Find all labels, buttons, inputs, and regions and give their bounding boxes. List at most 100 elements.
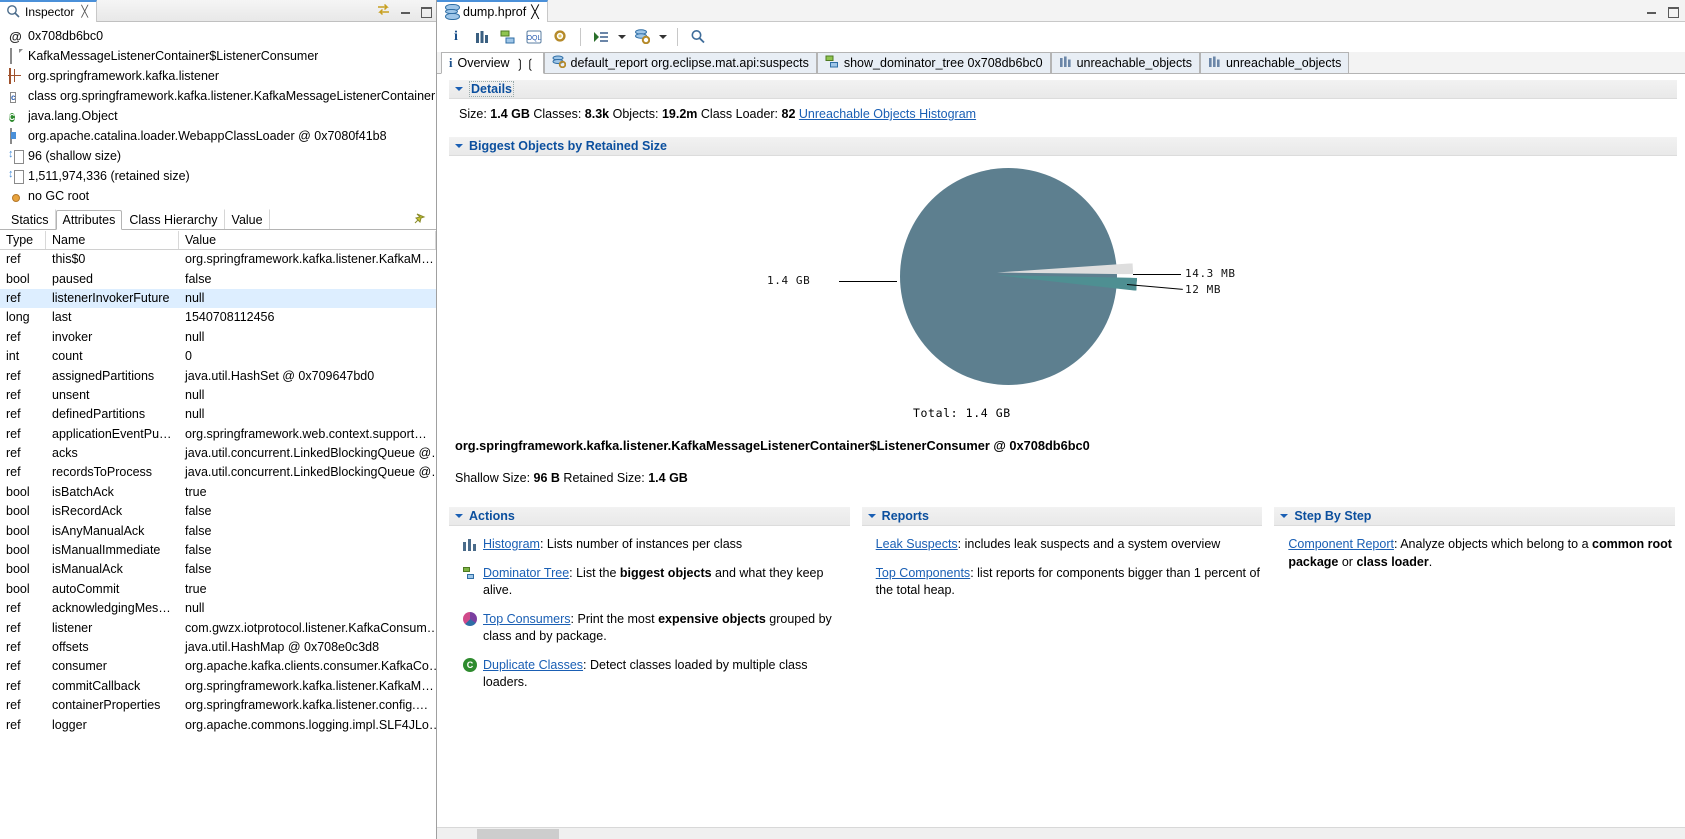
table-row[interactable]: ref offsets java.util.HashMap @ 0x708e0c3d…: [0, 638, 436, 657]
table-row[interactable]: ref listener com.gwzx.iotprotocol.listener…: [0, 618, 436, 637]
collapse-arrow-icon[interactable]: [867, 514, 876, 522]
query-browser-icon[interactable]: [549, 26, 571, 48]
cell-name: paused: [52, 271, 94, 286]
action-histogram[interactable]: Histogram: Lists number of instances per…: [463, 536, 850, 554]
step-component-report[interactable]: Component Report: Analyze objects which …: [1288, 536, 1675, 571]
cell-value: java.util.concurrent.LinkedBlockingQueue…: [185, 465, 436, 480]
step-by-step-section-header[interactable]: Step By Step: [1274, 507, 1676, 526]
column-header-name[interactable]: Name: [46, 231, 179, 249]
table-row[interactable]: bool isAnyManualAck false: [0, 521, 436, 540]
step-desc-post: .: [1428, 554, 1433, 569]
action-top-consumers[interactable]: Top Consumers: Print the most expensive …: [463, 611, 850, 646]
info-icon[interactable]: i: [445, 26, 467, 48]
table-row[interactable]: ref recordsToProcess java.util.concurrent.…: [0, 463, 436, 482]
attributes-table[interactable]: Type Name Value ref this$0 org.springframe…: [0, 231, 436, 839]
report-leak-suspects[interactable]: Leak Suspects: includes leak suspects an…: [876, 536, 1263, 554]
table-row[interactable]: bool isManualAck false: [0, 560, 436, 579]
top-consumers-link[interactable]: Top Consumers: [483, 612, 571, 626]
tab-statics[interactable]: Statics: [4, 209, 56, 229]
at-icon: @: [9, 28, 22, 44]
table-row[interactable]: ref definedPartitions null: [0, 405, 436, 424]
table-row[interactable]: ref this$0 org.springframework.kafka.liste…: [0, 250, 436, 269]
table-row[interactable]: bool autoCommit true: [0, 580, 436, 599]
table-row[interactable]: bool isRecordAck false: [0, 502, 436, 521]
close-icon[interactable]: ❳❲: [515, 56, 536, 71]
actions-section-header[interactable]: Actions: [449, 507, 850, 526]
inspector-row-classname: KafkaMessageListenerContainer$ListenerCo…: [0, 46, 436, 66]
chevron-down-icon[interactable]: [657, 26, 668, 48]
table-row[interactable]: bool isManualImmediate false: [0, 541, 436, 560]
histogram-icon[interactable]: [471, 26, 493, 48]
maximize-editor-button[interactable]: [1666, 5, 1679, 18]
column-header-type[interactable]: Type: [0, 231, 46, 249]
tab-value[interactable]: Value: [225, 209, 270, 229]
table-row[interactable]: ref unsent null: [0, 386, 436, 405]
table-row[interactable]: ref invoker null: [0, 328, 436, 347]
top-components-link[interactable]: Top Components: [876, 566, 971, 580]
table-row[interactable]: ref commitCallback org.springframework.kaf…: [0, 677, 436, 696]
biggest-objects-section-header[interactable]: Biggest Objects by Retained Size: [449, 137, 1677, 156]
tab-unreachable-objects-1[interactable]: unreachable_objects: [1050, 52, 1200, 73]
duplicate-classes-link[interactable]: Duplicate Classes: [483, 658, 583, 672]
chevron-down-icon[interactable]: [616, 26, 627, 48]
cell-type: ref: [6, 329, 21, 344]
close-icon[interactable]: ╳: [81, 5, 88, 18]
pie-slice-main[interactable]: [900, 168, 1117, 385]
table-row[interactable]: bool paused false: [0, 269, 436, 288]
table-row[interactable]: ref acknowledgingMes… null: [0, 599, 436, 618]
column-header-value[interactable]: Value: [179, 231, 436, 249]
table-row[interactable]: ref consumer org.apache.kafka.clients.cons…: [0, 657, 436, 676]
collapse-arrow-icon[interactable]: [1280, 514, 1289, 522]
table-row[interactable]: ref acks java.util.concurrent.LinkedBlocki…: [0, 444, 436, 463]
collapse-arrow-icon[interactable]: [455, 87, 463, 95]
collapse-arrow-icon[interactable]: [455, 144, 463, 152]
action-dominator-tree[interactable]: Dominator Tree: List the biggest objects…: [463, 565, 850, 600]
histogram-link[interactable]: Histogram: [483, 537, 540, 551]
tab-unreachable-objects-2[interactable]: unreachable_objects: [1199, 52, 1350, 73]
maximize-view-button[interactable]: [419, 5, 432, 18]
unreachable-objects-histogram-link[interactable]: Unreachable Objects Histogram: [799, 107, 976, 121]
scrollbar-thumb[interactable]: [477, 829, 559, 839]
inspector-tab[interactable]: Inspector ╳: [0, 0, 97, 22]
table-row[interactable]: ref listenerInvokerFuture null: [0, 288, 436, 309]
details-section-header[interactable]: Details: [449, 80, 1677, 99]
tab-attributes[interactable]: Attributes: [55, 210, 123, 230]
run-expert-system-icon[interactable]: [590, 26, 612, 48]
cell-name: offsets: [52, 640, 89, 654]
component-report-link[interactable]: Component Report: [1288, 537, 1394, 551]
inspector-view-buttons: [376, 0, 432, 22]
table-row[interactable]: long last 1540708112456: [0, 308, 436, 327]
inspector-row-label: KafkaMessageListenerContainer$ListenerCo…: [28, 49, 319, 63]
editor-tab-dump-hprof[interactable]: dump.hprof ╳: [437, 0, 548, 22]
pin-icon[interactable]: [412, 212, 426, 226]
dominator-tree-link[interactable]: Dominator Tree: [483, 566, 569, 580]
table-row[interactable]: int count 0: [0, 347, 436, 366]
tab-class-hierarchy[interactable]: Class Hierarchy: [122, 209, 225, 229]
minimize-editor-button[interactable]: [1645, 5, 1658, 17]
open-query-icon[interactable]: [631, 26, 653, 48]
tab-default-report[interactable]: default_report org.eclipse.mat.api:suspe…: [543, 52, 817, 73]
reports-section-header[interactable]: Reports: [861, 507, 1263, 526]
collapse-arrow-icon[interactable]: [455, 514, 463, 522]
dominator-tree-icon: [825, 55, 839, 71]
search-icon[interactable]: [687, 26, 709, 48]
retained-size-pie-chart[interactable]: 1.4 GB 14.3 MB 12 MB Total: 1.4 GB: [437, 160, 1685, 432]
table-row[interactable]: ref assignedPartitions java.util.HashSet @…: [0, 366, 436, 385]
table-row[interactable]: ref containerProperties org.springframewor…: [0, 696, 436, 715]
close-icon[interactable]: ╳: [531, 4, 539, 19]
dominator-tree-icon[interactable]: [497, 26, 519, 48]
table-row[interactable]: ref logger org.apache.commons.logging.impl…: [0, 715, 436, 734]
size-value: 1.4 GB: [490, 107, 530, 121]
table-row[interactable]: ref applicationEventPu… org.springframewor…: [0, 425, 436, 444]
minimize-view-button[interactable]: [399, 5, 412, 17]
horizontal-scrollbar[interactable]: [437, 827, 1685, 839]
tab-overview[interactable]: i Overview ❳❲: [441, 52, 544, 74]
tab-show-dominator-tree[interactable]: show_dominator_tree 0x708db6bc0: [816, 52, 1051, 73]
leak-suspects-link[interactable]: Leak Suspects: [876, 537, 958, 551]
report-top-components[interactable]: Top Components: list reports for compone…: [876, 565, 1263, 600]
cell-value: null: [185, 290, 205, 305]
action-duplicate-classes[interactable]: C Duplicate Classes: Detect classes load…: [463, 657, 850, 692]
oql-icon[interactable]: OQL: [523, 26, 545, 48]
view-menu-icon[interactable]: [376, 3, 392, 20]
table-row[interactable]: bool isBatchAck true: [0, 483, 436, 502]
